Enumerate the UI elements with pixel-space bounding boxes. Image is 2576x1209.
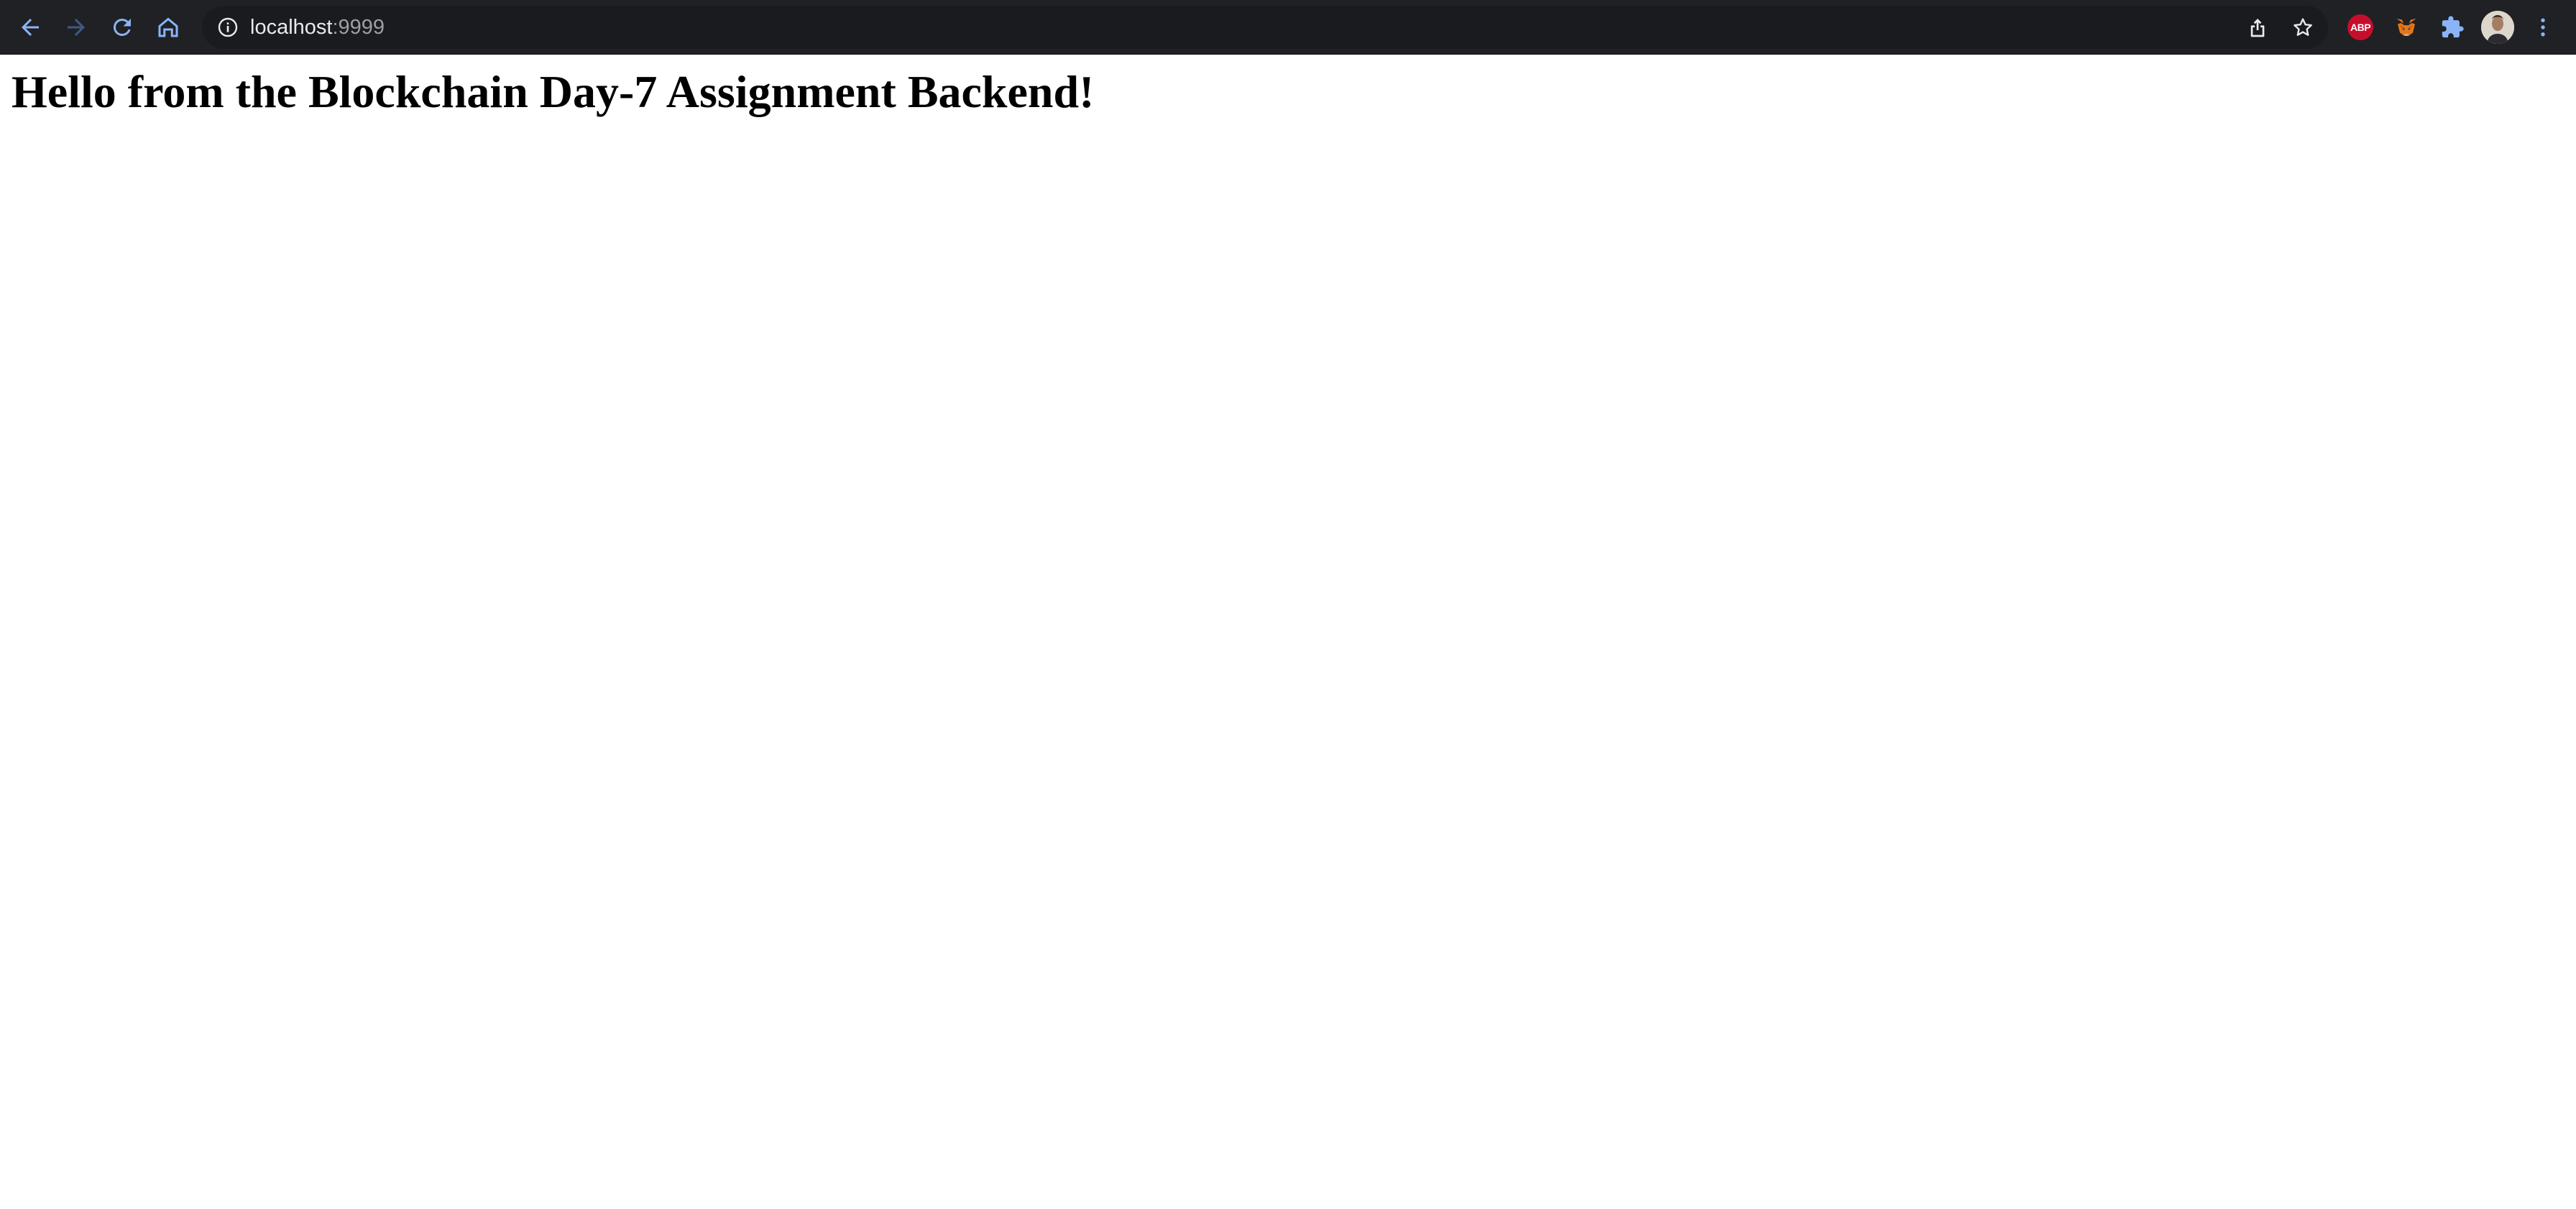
profile-avatar[interactable]: [2481, 11, 2514, 44]
home-icon: [158, 17, 178, 37]
browser-menu-button[interactable]: [2523, 7, 2563, 47]
kebab-menu-icon: [2541, 18, 2545, 37]
info-icon[interactable]: [216, 16, 239, 39]
arrow-left-icon: [22, 19, 39, 36]
metamask-fox-icon: [2396, 19, 2416, 36]
share-icon: [2250, 19, 2265, 37]
url-text[interactable]: localhost:9999: [250, 6, 385, 49]
home-button[interactable]: [148, 7, 188, 47]
share-button[interactable]: [2243, 13, 2272, 42]
url-port: :9999: [332, 16, 385, 39]
star-icon: [2294, 18, 2312, 36]
bookmark-button[interactable]: [2288, 13, 2317, 42]
adblock-plus-extension[interactable]: ABP: [2345, 12, 2376, 43]
back-button[interactable]: [10, 7, 50, 47]
metamask-extension[interactable]: [2391, 12, 2422, 43]
url-host: localhost: [250, 16, 333, 39]
reload-button[interactable]: [102, 7, 142, 47]
forward-button[interactable]: [56, 7, 96, 47]
avatar-icon: [2481, 11, 2514, 44]
page-viewport: Hello from the Blockchain Day-7 Assignme…: [0, 55, 2576, 1209]
browser-toolbar: localhost:9999 ABP: [0, 0, 2576, 55]
abp-icon: ABP: [2347, 14, 2373, 40]
arrow-right-icon: [68, 19, 85, 36]
page-heading: Hello from the Blockchain Day-7 Assignme…: [12, 66, 1095, 117]
extensions-button[interactable]: [2437, 12, 2468, 43]
reload-icon: [113, 18, 131, 36]
puzzle-icon: [2442, 16, 2464, 38]
address-bar[interactable]: localhost:9999: [202, 6, 2328, 49]
